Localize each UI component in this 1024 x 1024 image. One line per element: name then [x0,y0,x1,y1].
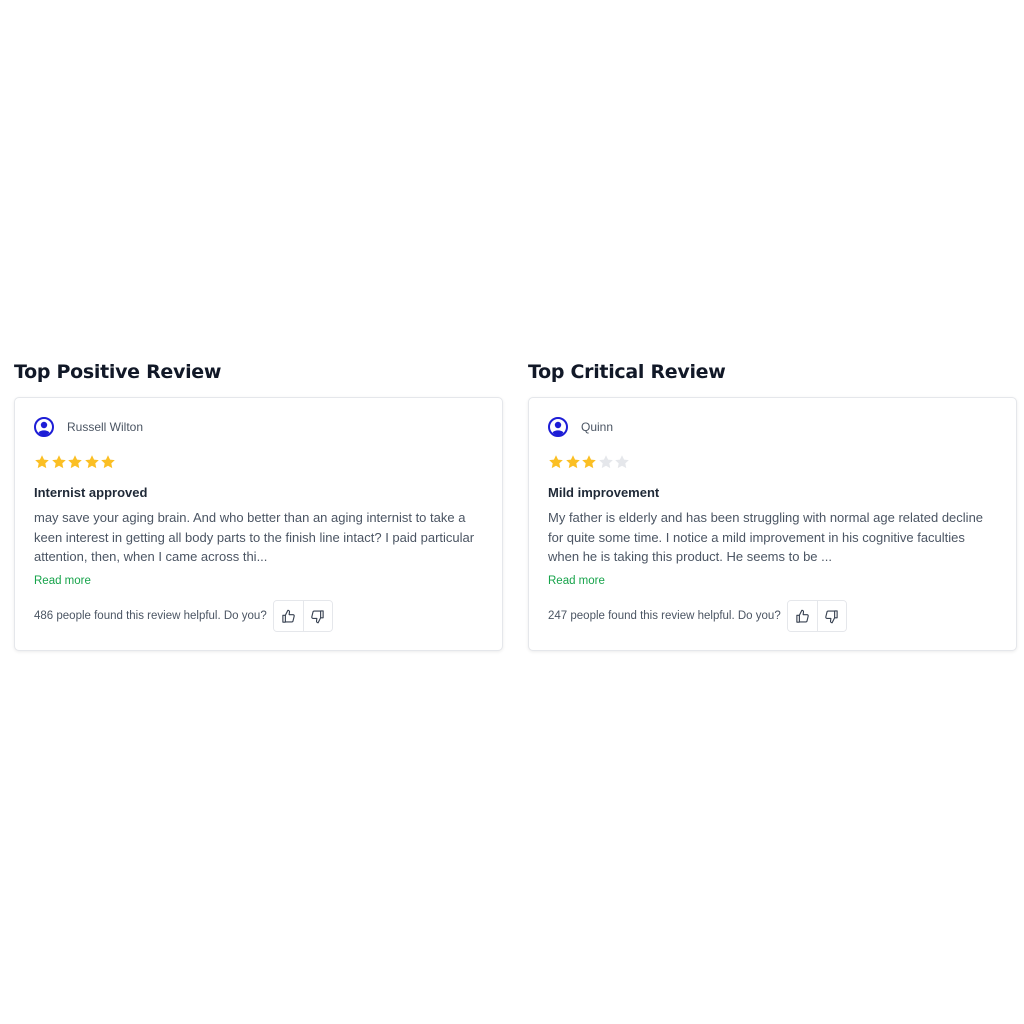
reviews-section: Top Positive Review Russell Wilton Inter… [14,360,1017,651]
section-heading: Top Critical Review [528,361,726,383]
star-filled-icon [84,454,100,470]
star-filled-icon [51,454,67,470]
review-card: Quinn Mild improvement My father is elde… [528,397,1017,651]
review-card: Russell Wilton Internist approved may sa… [14,397,503,651]
star-empty-icon [614,454,630,470]
reviewer-name: Quinn [581,420,614,434]
star-filled-icon [100,454,116,470]
review-body: may save your aging brain. And who bette… [34,510,475,564]
helpful-count-text: 486 people found this review helpful. Do… [34,610,267,622]
star-filled-icon [34,454,50,470]
star-filled-icon [67,454,83,470]
thumbs-up-button[interactable] [787,601,817,631]
reviewer-name: Russell Wilton [67,420,144,434]
section-heading: Top Positive Review [14,361,222,383]
thumbs-up-icon [281,609,296,624]
user-avatar-icon [34,417,54,437]
thumbs-up-button[interactable] [273,601,303,631]
star-filled-icon [581,454,597,470]
positive-review-column: Top Positive Review Russell Wilton Inter… [14,360,503,651]
helpful-count-text: 247 people found this review helpful. Do… [548,610,781,622]
thumbs-down-button[interactable] [816,601,846,631]
critical-review-column: Top Critical Review Quinn Mild improveme… [528,360,1017,651]
reviewer-row: Russell Wilton [34,416,483,438]
helpful-row: 247 people found this review helpful. Do… [548,600,997,632]
review-title: Internist approved [34,485,148,500]
review-title: Mild improvement [548,485,660,500]
thumbs-down-button[interactable] [302,601,332,631]
read-more-link[interactable]: Read more [34,573,91,589]
star-filled-icon [548,454,564,470]
thumbs-up-icon [795,609,810,624]
user-avatar-icon [548,417,568,437]
thumbs-down-icon [824,609,839,624]
read-more-link[interactable]: Read more [548,573,605,589]
reviewer-row: Quinn [548,416,997,438]
star-filled-icon [565,454,581,470]
star-rating [548,453,997,471]
star-rating [34,453,483,471]
thumbs-down-icon [310,609,325,624]
review-body: My father is elderly and has been strugg… [548,510,984,564]
helpful-row: 486 people found this review helpful. Do… [34,600,483,632]
vote-group [272,600,333,632]
star-empty-icon [598,454,614,470]
vote-group [786,600,847,632]
